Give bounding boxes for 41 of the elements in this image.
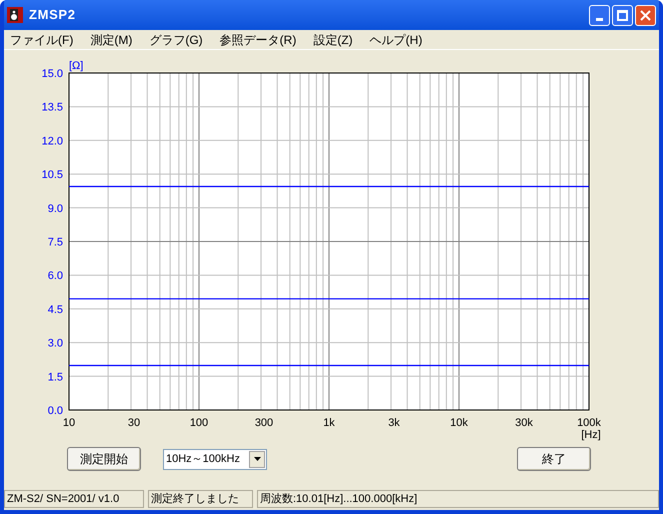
menu-item[interactable]: 設定(Z) (313, 30, 353, 48)
menu-item[interactable]: ヘルプ(H) (370, 30, 422, 48)
y-tick-label: 4.5 (48, 304, 63, 316)
range-dropdown[interactable]: 10Hz～100kHz (163, 448, 267, 470)
exit-button[interactable]: 終了 (517, 447, 591, 471)
y-tick-label: 10.5 (42, 169, 63, 182)
minimize-button[interactable] (589, 4, 610, 26)
y-tick-label: 6.0 (48, 270, 63, 282)
x-tick-label: 30k (515, 417, 533, 429)
close-button[interactable] (635, 4, 656, 26)
y-tick-label: 12.0 (42, 135, 63, 148)
menu-item[interactable]: グラフ(G) (149, 30, 203, 48)
x-tick-label: 3k (388, 417, 400, 429)
x-axis-unit: [Hz] (581, 429, 601, 441)
y-tick-label: 3.0 (48, 338, 63, 350)
x-tick-label: 100 (190, 417, 208, 429)
x-tick-label: 30 (128, 417, 140, 429)
menu-item[interactable]: 参照データ(R) (220, 30, 296, 48)
x-tick-label: 100k (577, 417, 601, 429)
dropdown-arrow-icon (254, 457, 260, 461)
y-axis-unit: [Ω] (69, 60, 84, 72)
y-tick-label: 9.0 (48, 202, 63, 215)
y-tick-label: 1.5 (48, 371, 63, 384)
menu-item[interactable]: 測定(M) (90, 30, 132, 48)
status-panel: 周波数:10.01[Hz]...100.000[kHz] (257, 490, 659, 508)
x-tick-label: 300 (254, 417, 274, 429)
y-tick-label: 0.0 (48, 405, 63, 417)
status-panel: ZM-S2/ SN=2001/ v1.0 (4, 490, 144, 508)
y-tick-label: 13.5 (42, 102, 63, 114)
y-tick-label: 15.0 (42, 68, 63, 80)
menu-item[interactable]: ファイル(F) (10, 30, 74, 48)
x-tick-label: 1k (323, 417, 335, 429)
y-tick-label: 7.5 (48, 236, 63, 248)
x-tick-label: 10 (62, 417, 76, 429)
speaker-icon (7, 7, 23, 23)
x-tick-label: 10k (450, 417, 468, 429)
close-icon (640, 10, 651, 20)
maximize-button[interactable] (612, 4, 633, 26)
start-measure-button[interactable]: 測定開始 (67, 447, 141, 471)
window-title: ZMSP2 (29, 6, 76, 24)
status-panel: 測定終了しました (148, 490, 253, 508)
